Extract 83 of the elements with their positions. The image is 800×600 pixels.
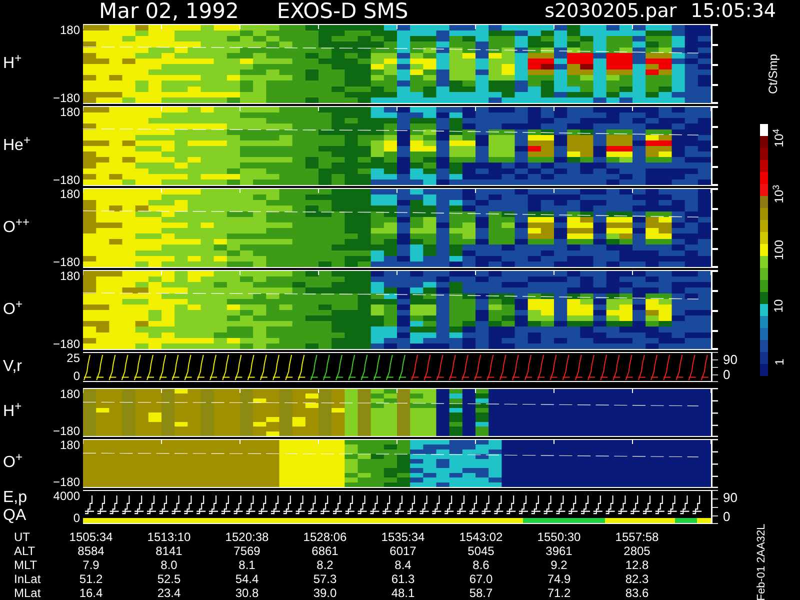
row-label: MLat <box>13 586 42 600</box>
table-cell-text: 51.2 <box>78 572 104 586</box>
axis-label: 0 <box>73 370 80 382</box>
table-cell-text: 7.9 <box>82 558 100 572</box>
panel-label: O$^{+}$ <box>3 455 24 472</box>
table-cell-text: 3961 <box>544 544 574 558</box>
clock-time: 15:05:34 <box>690 2 776 22</box>
table-cell-text: 8.2 <box>316 558 334 572</box>
table-cell-text: 61.3 <box>390 572 416 586</box>
table-cell-text: 1543:02 <box>458 530 504 544</box>
panel-label: H$^{+}$ <box>3 56 23 72</box>
table-cell-text: 30.8 <box>234 586 260 600</box>
scale-label: 1 <box>771 358 787 366</box>
table-cell-text: 9.2 <box>550 558 568 572</box>
axis-label: 90 <box>723 490 738 504</box>
table-cell-text: 5045 <box>466 544 496 558</box>
table-cell-text: 83.6 <box>624 586 650 600</box>
axis-label: 180 <box>60 24 80 36</box>
table-cell-text: 82.3 <box>624 572 650 586</box>
table-cell-text: 48.1 <box>390 586 416 600</box>
table-cell-text: 2805 <box>622 544 652 558</box>
axis-label: −180 <box>52 174 80 186</box>
table-cell-text: 67.0 <box>468 572 494 586</box>
axis-label: 180 <box>60 188 80 200</box>
axis-label: 0 <box>723 368 732 381</box>
panel-label: V,r <box>3 358 23 375</box>
panel-label: QA <box>3 508 28 524</box>
row-label: InLat <box>13 572 42 586</box>
panel-label: O$^{+}$ <box>3 302 24 318</box>
date-title: Mar 02, 1992 <box>99 1 239 22</box>
scale-label: 10 <box>771 299 787 313</box>
table-cell-text: 1535:34 <box>380 530 426 544</box>
panel-label: E,p <box>3 490 28 506</box>
colorbar-unit: Ct/Smp <box>765 54 781 94</box>
table-cell-text: 12.8 <box>624 558 650 572</box>
axis-label: 0 <box>723 510 732 523</box>
table-cell-text: 8.6 <box>472 558 490 572</box>
table-cell-text: 57.3 <box>312 572 338 586</box>
panel-label: O$^{++}$ <box>3 220 30 236</box>
table-cell-text: 8141 <box>154 544 184 558</box>
table-cell-text: 1505:34 <box>68 530 114 544</box>
table-cell-text: 74.9 <box>546 572 572 586</box>
table-cell-text: 8584 <box>76 544 106 558</box>
table-cell-text: 8.1 <box>238 558 256 572</box>
table-cell-text: 8.0 <box>160 558 178 572</box>
table-cell-text: 1520:38 <box>224 530 270 544</box>
footer-code: Feb-01 2AA32L <box>754 524 768 600</box>
axis-label: −180 <box>52 256 80 268</box>
file-name: s2030205.par <box>544 2 677 22</box>
table-cell-text: 1528:06 <box>302 530 348 544</box>
table-cell-text: 16.4 <box>78 586 104 600</box>
axis-label: 180 <box>60 438 80 451</box>
table-cell-text: 7569 <box>232 544 262 558</box>
table-cell-text: 1557:58 <box>614 530 660 544</box>
row-label: UT <box>13 530 31 544</box>
axis-label: 180 <box>60 388 80 400</box>
table-cell-text: 6861 <box>310 544 340 558</box>
axis-label: −180 <box>52 476 80 488</box>
table-cell-text: 1513:10 <box>146 530 192 544</box>
table-cell-text: 1550:30 <box>536 530 582 544</box>
table-cell-text: 6017 <box>388 544 418 558</box>
mission-title: EXOS-D SMS <box>276 1 408 22</box>
scale-label: 100 <box>771 240 787 260</box>
axis-label: −180 <box>52 338 80 350</box>
axis-label: 90 <box>723 352 738 366</box>
row-label: MLT <box>13 558 38 572</box>
panel-label: He$^{+}$ <box>3 138 32 154</box>
axis-label: 180 <box>60 106 80 118</box>
axis-label: 25 <box>66 352 80 364</box>
table-cell-text: 71.2 <box>546 586 572 600</box>
table-cell-text: 52.5 <box>156 572 182 586</box>
axis-label: 0 <box>73 512 80 524</box>
axis-label: 180 <box>60 270 80 282</box>
table-cell-text: 54.4 <box>234 572 260 586</box>
axis-label: −180 <box>52 92 80 104</box>
table-cell-text: 58.7 <box>468 586 494 600</box>
table-cell-text: 23.4 <box>156 586 182 600</box>
row-label: ALT <box>13 544 36 558</box>
axis-label: 4000 <box>53 490 80 502</box>
panel-label: H$^{+}$ <box>3 404 23 420</box>
table-cell-text: 8.4 <box>394 558 412 572</box>
table-cell-text: 39.0 <box>312 586 338 600</box>
axis-label: −180 <box>52 424 80 437</box>
